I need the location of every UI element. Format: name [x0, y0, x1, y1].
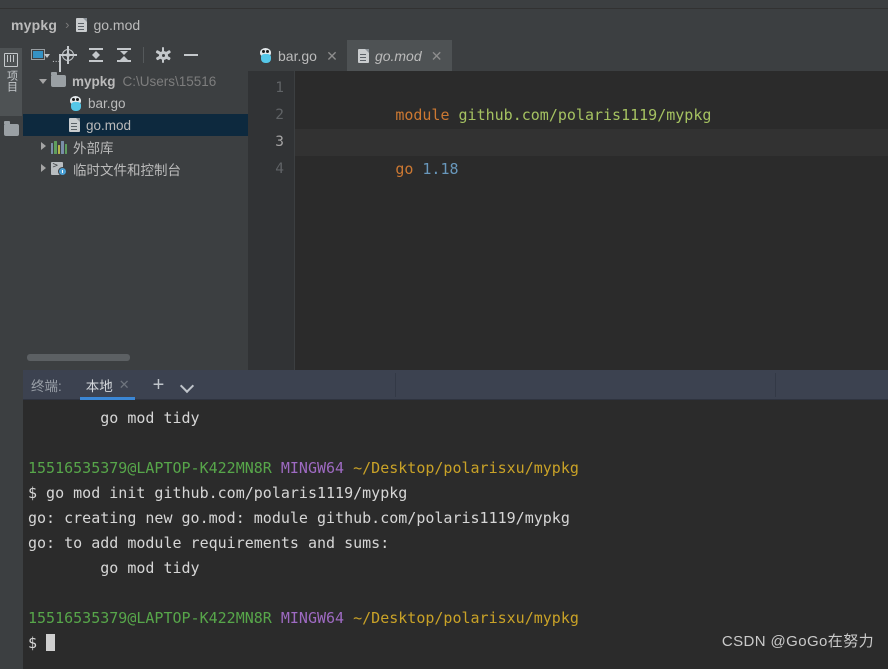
terminal-header: 终端: 本地 ✕ + — [23, 370, 888, 400]
sidebar-item-project-label: 项目 — [5, 70, 18, 92]
expand-all-icon[interactable] — [87, 46, 105, 64]
close-icon[interactable]: ✕ — [431, 49, 443, 63]
terminal-line: go: to add module requirements and sums: — [28, 534, 390, 552]
editor-tab-label: bar.go — [278, 47, 317, 64]
terminal-tab-label: 本地 — [85, 378, 113, 394]
code-token-keyword: go — [395, 160, 414, 178]
project-tree[interactable]: mypkg C:\Users\15516 bar.go go.mod 外部库 >… — [23, 70, 248, 353]
go-file-icon — [259, 48, 272, 63]
terminal-tab-local[interactable]: 本地 ✕ — [78, 370, 137, 400]
terminal-cursor — [46, 634, 56, 651]
terminal-line: $ go mod init github.com/polaris1119/myp… — [28, 484, 408, 502]
code-lines[interactable]: module github.com/polaris1119/mypkg go 1… — [295, 71, 888, 370]
terminal-path: ~/Desktop/polarisxu/mypkg — [353, 609, 579, 627]
window-top-strip — [0, 0, 888, 9]
file-icon — [357, 48, 369, 63]
terminal-header-divider — [395, 373, 396, 397]
code-line: go 1.18 — [295, 129, 888, 178]
terminal-tool-window: 终端: 本地 ✕ + go mod tidy 15516535379@LAPTO… — [23, 370, 888, 669]
tree-item-label: bar.go — [88, 95, 126, 111]
code-editor[interactable]: 1 2 3 4 module github.com/polaris1119/my… — [248, 71, 888, 370]
terminal-title: 终端: — [31, 378, 62, 394]
code-token-module-path: github.com/polaris1119/mypkg — [458, 106, 712, 124]
scrollbar-thumb[interactable] — [27, 354, 130, 361]
sidebar-item-project[interactable]: 项目 — [0, 48, 22, 116]
chevron-right-icon[interactable] — [35, 136, 51, 158]
tree-row[interactable]: bar.go — [23, 92, 248, 114]
tree-item-label: go.mod — [86, 117, 132, 133]
breadcrumb: mypkg › go.mod — [0, 9, 888, 40]
breadcrumb-file[interactable]: go.mod — [93, 17, 140, 33]
ide-window: mypkg › go.mod 项目 ... mypkg C:\Users\155… — [0, 0, 888, 669]
chevron-down-icon[interactable] — [179, 377, 195, 393]
tree-item-label: 外部库 — [73, 141, 114, 156]
file-icon — [69, 118, 80, 132]
tree-item-label: mypkg — [72, 73, 116, 89]
add-terminal-button[interactable]: + — [153, 375, 165, 395]
terminal-prompt: $ — [28, 634, 47, 652]
breadcrumb-project[interactable]: mypkg — [11, 17, 57, 33]
tree-row[interactable]: mypkg C:\Users\15516 — [23, 70, 248, 92]
editor-area: bar.go ✕ go.mod ✕ 1 2 3 4 module github.… — [248, 40, 888, 370]
top-strip-mark — [8, 1, 22, 6]
chevron-right-icon[interactable] — [35, 158, 51, 180]
terminal-user: 15516535379@LAPTOP-K422MN8R — [28, 459, 272, 477]
tree-item-path: C:\Users\15516 — [122, 73, 217, 89]
folder-icon[interactable] — [4, 121, 19, 136]
code-line: module github.com/polaris1119/mypkg — [295, 75, 888, 124]
chevron-down-icon[interactable] — [35, 70, 51, 92]
terminal-path: ~/Desktop/polarisxu/mypkg — [353, 459, 579, 477]
terminal-user: 15516535379@LAPTOP-K422MN8R — [28, 609, 272, 627]
terminal-output[interactable]: go mod tidy 15516535379@LAPTOP-K422MN8R … — [23, 400, 888, 669]
project-toolbar: ... — [23, 40, 248, 70]
editor-tab-label: go.mod — [374, 47, 422, 64]
watermark: CSDN @GoGo在努力 — [721, 633, 874, 650]
line-number-gutter: 1 2 3 4 — [248, 71, 295, 370]
terminal-line: 15516535379@LAPTOP-K422MN8R MINGW64 ~/De… — [28, 606, 888, 631]
tree-row[interactable]: 外部库 — [23, 136, 248, 158]
library-icon — [51, 140, 67, 154]
editor-tab-bar: bar.go ✕ go.mod ✕ — [248, 40, 888, 71]
tree-item-label: 临时文件和控制台 — [73, 163, 181, 178]
terminal-line: go mod tidy — [28, 409, 200, 427]
code-token-version: 1.18 — [422, 160, 459, 178]
tree-row[interactable]: 临时文件和控制台 — [23, 158, 248, 180]
editor-tab-go-mod[interactable]: go.mod ✕ — [346, 40, 452, 71]
activity-bar: 项目 — [0, 40, 24, 669]
line-number: 2 — [275, 107, 284, 123]
terminal-line: go: creating new go.mod: module github.c… — [28, 509, 570, 527]
project-tree-hscrollbar[interactable] — [23, 352, 248, 362]
terminal-line: go mod tidy — [28, 559, 200, 577]
file-icon — [76, 17, 88, 32]
editor-tab-bar-go[interactable]: bar.go ✕ — [248, 40, 347, 71]
line-number: 4 — [275, 161, 284, 177]
folder-icon — [51, 72, 66, 87]
line-number: 3 — [275, 134, 284, 150]
bookshelf-icon — [4, 53, 18, 67]
terminal-shell: MINGW64 — [280, 609, 345, 627]
terminal-shell: MINGW64 — [280, 459, 345, 477]
go-file-icon — [69, 95, 82, 111]
minus-icon[interactable] — [182, 46, 200, 64]
toolbar-divider — [143, 47, 144, 63]
code-token-keyword: module — [395, 106, 450, 124]
line-number: 1 — [275, 80, 284, 96]
scratches-icon — [51, 161, 67, 176]
gear-icon[interactable] — [154, 46, 172, 64]
locate-target-icon[interactable] — [59, 46, 77, 64]
terminal-header-divider — [775, 373, 776, 397]
close-icon[interactable]: ✕ — [119, 378, 130, 391]
project-tool-window: ... mypkg C:\Users\15516 bar.go go.mod 外… — [23, 40, 249, 370]
terminal-line: 15516535379@LAPTOP-K422MN8R MINGW64 ~/De… — [28, 456, 888, 481]
breadcrumb-separator: › — [65, 17, 70, 32]
close-icon[interactable]: ✕ — [326, 49, 338, 63]
tree-row[interactable]: go.mod — [23, 114, 248, 136]
collapse-all-icon[interactable] — [115, 46, 133, 64]
project-select-icon[interactable]: ... — [31, 46, 60, 65]
